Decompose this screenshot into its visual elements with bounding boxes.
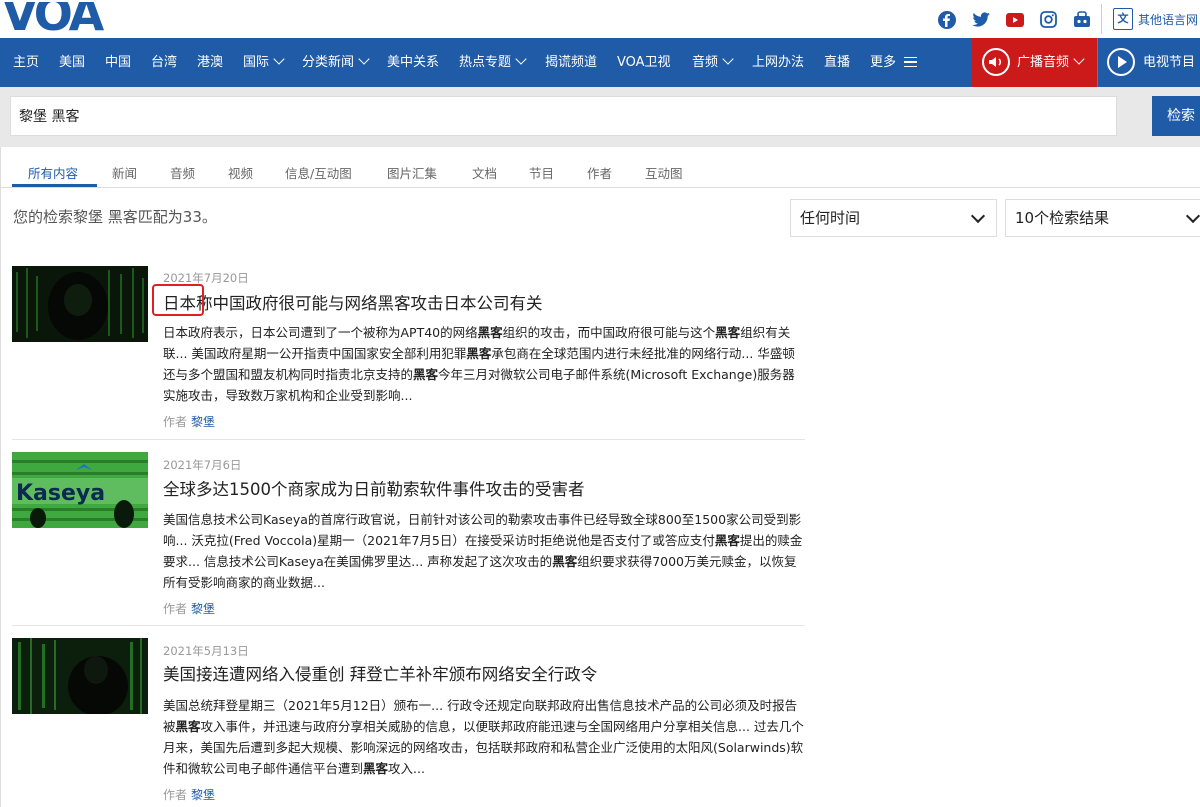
nav-item-china[interactable]: 中国 [105, 38, 131, 87]
nav-item-taiwan[interactable]: 台湾 [151, 38, 177, 87]
tab-photo-galleries[interactable]: 图片汇集 [387, 163, 437, 182]
result-author: 作者 黎堡 [163, 788, 216, 802]
chevron-down-icon [1185, 208, 1200, 224]
search-result: Kaseya 2021年7月6日 全球多达1500个商家成为日前勒索软件事件攻击… [12, 452, 805, 627]
chevron-down-icon [273, 53, 285, 65]
tab-authors[interactable]: 作者 [587, 163, 612, 182]
voa-logo[interactable]: VOA [2, 2, 104, 38]
tab-programs[interactable]: 节目 [529, 163, 554, 182]
tab-infographics[interactable]: 信息/互动图 [285, 163, 352, 182]
menu-icon [904, 57, 918, 67]
content-type-tabs: 所有内容 新闻 音频 视频 信息/互动图 图片汇集 文档 节目 作者 互动图 [0, 147, 1200, 189]
tab-interactives[interactable]: 互动图 [645, 163, 683, 182]
nav-item-live[interactable]: 直播 [824, 38, 850, 87]
nav-item-hk-macau[interactable]: 港澳 [197, 38, 223, 87]
author-link[interactable]: 黎堡 [191, 788, 215, 802]
thumb-text: Kaseya [16, 481, 105, 506]
tab-all[interactable]: 所有内容 [28, 163, 78, 182]
result-author: 作者 黎堡 [163, 602, 216, 616]
chevron-down-icon [970, 208, 986, 224]
author-link[interactable]: 黎堡 [191, 602, 215, 616]
divider [12, 625, 805, 626]
translate-icon[interactable]: 文 [1113, 8, 1133, 30]
nav-item-internet-access[interactable]: 上网办法 [752, 38, 804, 87]
podcast-icon[interactable] [1073, 11, 1091, 29]
tv-programs-button[interactable]: 电视节目 [1097, 38, 1200, 87]
tv-programs-label: 电视节目 [1143, 55, 1196, 70]
twitter-icon[interactable] [972, 12, 990, 30]
divider [1101, 4, 1102, 34]
result-title-link[interactable]: 美国接连遭网络入侵重创 拜登亡羊补牢颁布网络安全行政令 [163, 661, 597, 685]
result-excerpt: 美国信息技术公司Kaseya的首席行政官说，日前针对该公司的勒索攻击事件已经导致… [163, 512, 803, 590]
nav-item-audio[interactable]: 音频 [692, 38, 734, 87]
chevron-down-icon [358, 53, 370, 65]
chevron-down-icon [1073, 53, 1085, 65]
search-button[interactable]: 检索 [1152, 96, 1200, 136]
divider [12, 439, 805, 440]
top-bar: VOA 文 其他语言网 [0, 0, 1200, 38]
tab-news[interactable]: 新闻 [112, 163, 137, 182]
search-input[interactable]: 黎堡 黑客 [10, 96, 1117, 136]
play-icon [1107, 48, 1135, 76]
nav-item-us-china[interactable]: 美中关系 [387, 38, 439, 87]
nav-item-more[interactable]: 更多 [870, 38, 918, 87]
nav-item-us[interactable]: 美国 [59, 38, 85, 87]
result-date: 2021年5月13日 [163, 644, 249, 658]
results-summary: 您的检索黎堡 黑客匹配为33。 [13, 208, 217, 226]
time-filter-select[interactable]: 任何时间 [790, 199, 997, 237]
result-author: 作者 黎堡 [163, 415, 216, 429]
result-excerpt: 美国总统拜登星期三（2021年5月12日）颁布一... 行政令还规定向联邦政府出… [163, 698, 804, 776]
result-excerpt: 日本政府表示，日本公司遭到了一个被称为APT40的网络黑客组织的攻击，而中国政府… [163, 325, 795, 403]
nav-item-home[interactable]: 主页 [13, 38, 39, 87]
facebook-icon[interactable] [938, 11, 956, 29]
highlight-annotation [152, 284, 204, 316]
nav-item-voa-tv[interactable]: VOA卫视 [617, 38, 671, 87]
page-edge [0, 147, 1, 807]
search-result: 2021年7月20日 日本称中国政府很可能与网络黑客攻击日本公司有关 日本政府表… [12, 266, 805, 441]
chevron-down-icon [722, 53, 734, 65]
result-title-link[interactable]: 日本称中国政府很可能与网络黑客攻击日本公司有关 [163, 290, 543, 314]
nav-item-hot-topics[interactable]: 热点专题 [459, 38, 527, 87]
speaker-icon [982, 48, 1010, 76]
nav-item-international[interactable]: 国际 [243, 38, 285, 87]
other-languages-link[interactable]: 其他语言网 [1138, 11, 1198, 28]
result-thumbnail[interactable] [12, 266, 148, 342]
radio-audio-label: 广播音频 [1017, 38, 1085, 87]
youtube-icon[interactable] [1006, 12, 1024, 30]
tab-documents[interactable]: 文档 [472, 163, 497, 182]
search-bar: 黎堡 黑客 检索 [0, 87, 1200, 147]
result-thumbnail[interactable] [12, 638, 148, 714]
result-date: 2021年7月6日 [163, 458, 242, 472]
instagram-icon[interactable] [1040, 11, 1058, 29]
results-count-select[interactable]: 10个检索结果 [1005, 199, 1200, 237]
tab-audio[interactable]: 音频 [170, 163, 195, 182]
radio-audio-button[interactable]: 广播音频 [972, 38, 1097, 87]
chevron-down-icon [515, 53, 527, 65]
tab-video[interactable]: 视频 [228, 163, 253, 182]
author-link[interactable]: 黎堡 [191, 415, 215, 429]
result-thumbnail[interactable]: Kaseya [12, 452, 148, 528]
divider [0, 187, 1200, 188]
search-result: 2021年5月13日 美国接连遭网络入侵重创 拜登亡羊补牢颁布网络安全行政令 美… [12, 638, 805, 807]
nav-item-categories[interactable]: 分类新闻 [302, 38, 370, 87]
result-title-link[interactable]: 全球多达1500个商家成为日前勒索软件事件攻击的受害者 [163, 476, 585, 500]
nav-item-fact-check[interactable]: 揭谎频道 [545, 38, 597, 87]
